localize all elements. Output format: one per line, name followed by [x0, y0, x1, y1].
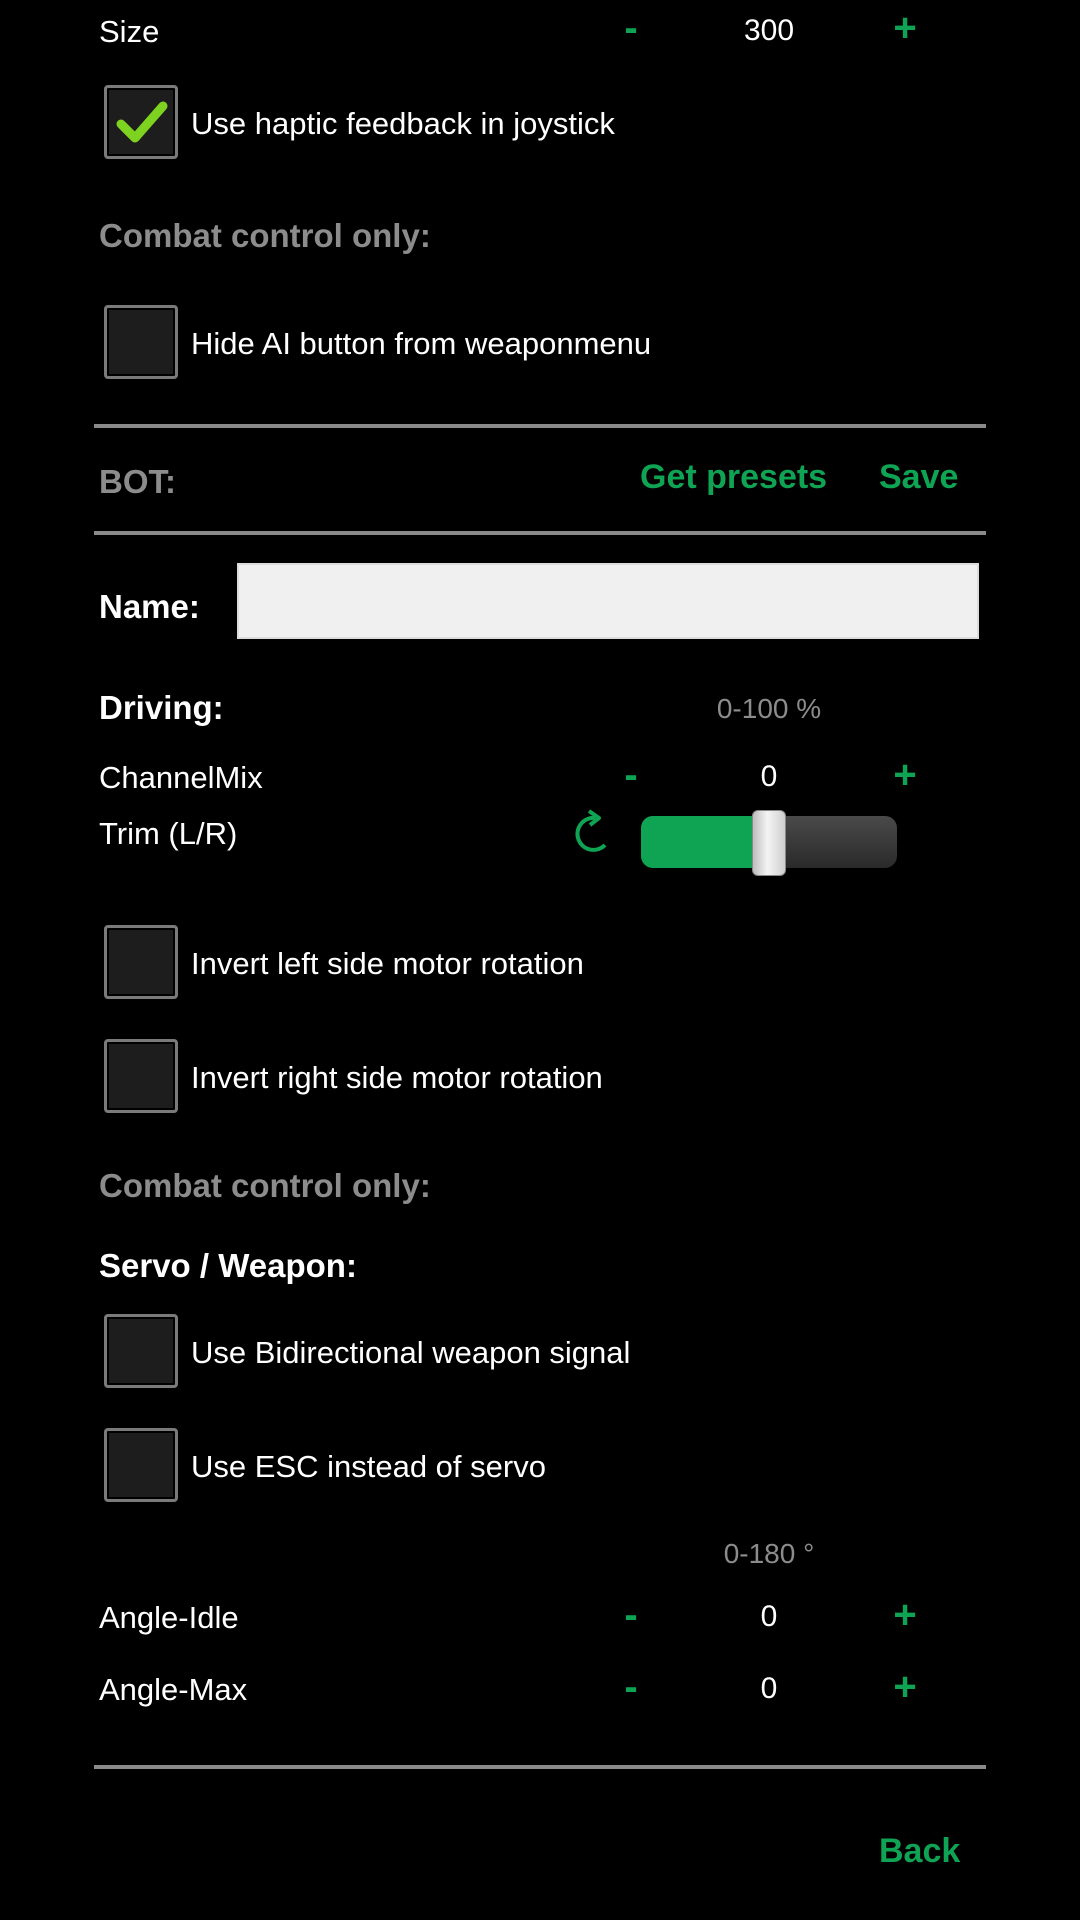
angle-idle-decrease-button[interactable]: - — [606, 1595, 656, 1635]
back-button[interactable]: Back — [879, 1832, 960, 1871]
size-increase-button[interactable]: + — [880, 8, 930, 48]
combat-control-heading: Combat control only: — [99, 217, 431, 254]
invert-right-label: Invert right side motor rotation — [191, 1060, 603, 1095]
angle-idle-increase-button[interactable]: + — [880, 1595, 930, 1635]
divider — [94, 424, 986, 428]
trim-reset-button[interactable] — [565, 807, 617, 864]
bot-heading: BOT: — [99, 463, 176, 500]
trim-slider-thumb[interactable] — [752, 810, 786, 876]
size-label: Size — [99, 14, 160, 49]
esc-label: Use ESC instead of servo — [191, 1449, 546, 1484]
name-label: Name: — [99, 588, 200, 625]
trim-label: Trim (L/R) — [99, 816, 238, 851]
hide-ai-checkbox[interactable] — [104, 305, 178, 379]
invert-right-checkbox[interactable] — [104, 1039, 178, 1113]
invert-left-checkbox[interactable] — [104, 925, 178, 999]
channelmix-value: 0 — [760, 760, 778, 793]
servo-range: 0-180 ° — [723, 1538, 815, 1569]
haptic-label: Use haptic feedback in joystick — [191, 106, 615, 141]
combat-control-heading: Combat control only: — [99, 1167, 431, 1204]
angle-max-decrease-button[interactable]: - — [606, 1667, 656, 1707]
divider — [94, 531, 986, 535]
size-decrease-button[interactable]: - — [606, 8, 656, 48]
hide-ai-label: Hide AI button from weaponmenu — [191, 326, 652, 361]
angle-max-label: Angle-Max — [99, 1672, 248, 1707]
bidirectional-checkbox[interactable] — [104, 1314, 178, 1388]
size-value: 300 — [743, 14, 795, 47]
channelmix-label: ChannelMix — [99, 760, 263, 795]
esc-checkbox[interactable] — [104, 1428, 178, 1502]
reset-rotate-icon — [575, 809, 607, 852]
channelmix-decrease-button[interactable]: - — [606, 755, 656, 795]
angle-max-value: 0 — [760, 1672, 778, 1705]
check-icon — [116, 101, 168, 143]
invert-left-label: Invert left side motor rotation — [191, 946, 584, 981]
servo-weapon-heading: Servo / Weapon: — [99, 1247, 357, 1284]
bidirectional-label: Use Bidirectional weapon signal — [191, 1335, 631, 1370]
driving-heading: Driving: — [99, 689, 224, 726]
angle-idle-value: 0 — [760, 1600, 778, 1633]
get-presets-button[interactable]: Get presets — [640, 458, 827, 497]
divider — [94, 1765, 986, 1769]
trim-slider-fill — [641, 816, 769, 868]
save-button[interactable]: Save — [879, 458, 958, 497]
channelmix-increase-button[interactable]: + — [880, 755, 930, 795]
angle-idle-label: Angle-Idle — [99, 1600, 239, 1635]
bot-name-input[interactable] — [237, 563, 979, 639]
driving-range: 0-100 % — [716, 693, 822, 724]
haptic-checkbox[interactable] — [104, 85, 178, 159]
angle-max-increase-button[interactable]: + — [880, 1667, 930, 1707]
